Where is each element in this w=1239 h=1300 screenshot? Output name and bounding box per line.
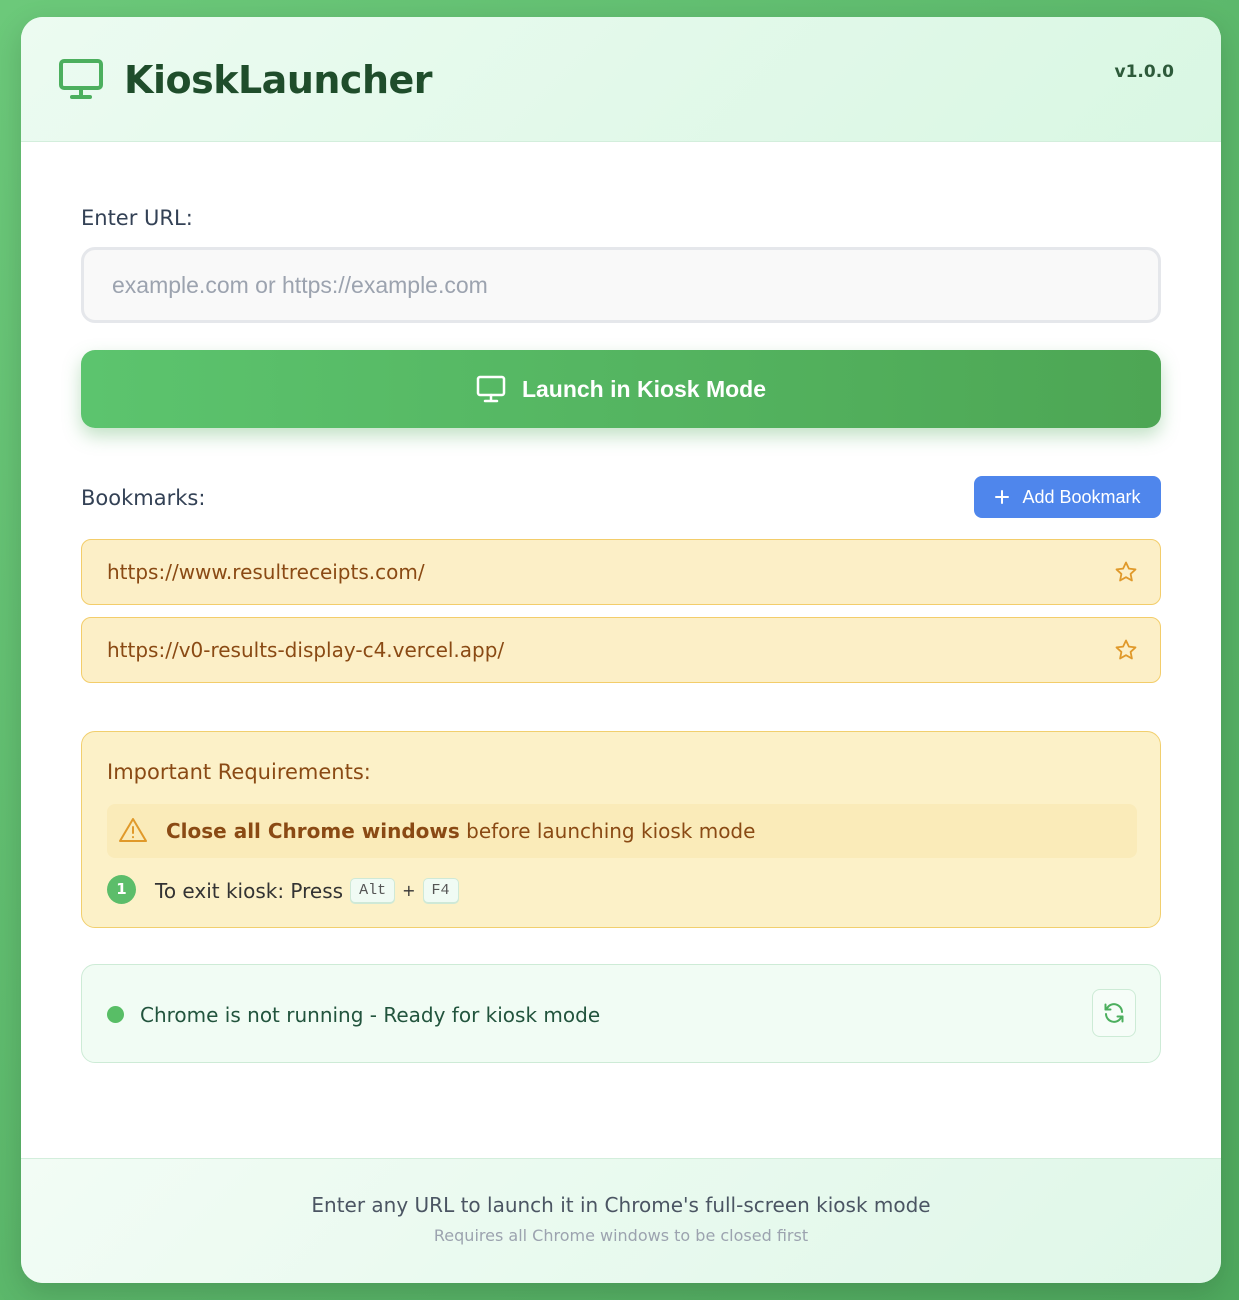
app-header: KioskLauncher v1.0.0 — [21, 17, 1221, 142]
app-footer: Enter any URL to launch it in Chrome's f… — [21, 1158, 1221, 1283]
step-number-badge: 1 — [107, 875, 136, 904]
footer-description: Enter any URL to launch it in Chrome's f… — [311, 1193, 931, 1217]
status-panel: Chrome is not running - Ready for kiosk … — [81, 964, 1161, 1063]
exit-instruction: To exit kiosk: Press Alt + F4 — [155, 878, 459, 903]
bookmark-url: https://www.resultreceipts.com/ — [107, 560, 425, 584]
warning-triangle-icon — [119, 818, 147, 842]
key-plus: + — [402, 881, 416, 900]
status-text: Chrome is not running - Ready for kiosk … — [140, 1003, 601, 1027]
url-label: Enter URL: — [81, 206, 193, 230]
requirements-title: Important Requirements: — [107, 760, 371, 784]
url-input[interactable] — [81, 247, 1161, 323]
star-icon[interactable] — [1114, 560, 1138, 584]
plus-icon — [995, 490, 1010, 504]
status-indicator-dot — [107, 1006, 124, 1023]
bookmark-item[interactable]: https://www.resultreceipts.com/ — [81, 539, 1161, 605]
monitor-icon — [476, 375, 506, 403]
key-f4: F4 — [422, 878, 459, 903]
version-badge: v1.0.0 — [1114, 62, 1174, 82]
warning-text: Close all Chrome windows before launchin… — [166, 819, 755, 843]
warning-rest: before launching kiosk mode — [459, 819, 756, 843]
refresh-icon — [1104, 1003, 1124, 1023]
requirements-panel: Important Requirements: Close all Chrome… — [81, 731, 1161, 928]
launch-kiosk-button[interactable]: Launch in Kiosk Mode — [81, 350, 1161, 428]
exit-instruction-text: To exit kiosk: Press — [155, 878, 344, 903]
bookmarks-label: Bookmarks: — [81, 486, 206, 510]
kiosk-launcher-card: KioskLauncher v1.0.0 Enter URL: Launch i… — [21, 17, 1221, 1283]
add-bookmark-button[interactable]: Add Bookmark — [974, 476, 1161, 518]
monitor-icon — [59, 59, 103, 99]
bookmark-url: https://v0-results-display-c4.vercel.app… — [107, 638, 505, 662]
key-alt: Alt — [350, 878, 396, 903]
warning-bold: Close all Chrome windows — [166, 819, 460, 843]
add-bookmark-label: Add Bookmark — [1022, 486, 1141, 507]
warning-row: Close all Chrome windows before launchin… — [107, 804, 1137, 858]
app-title: KioskLauncher — [124, 58, 433, 102]
launch-button-label: Launch in Kiosk Mode — [521, 375, 767, 402]
refresh-status-button[interactable] — [1092, 989, 1136, 1037]
star-icon[interactable] — [1114, 638, 1138, 662]
footer-note: Requires all Chrome windows to be closed… — [433, 1226, 809, 1245]
bookmark-item[interactable]: https://v0-results-display-c4.vercel.app… — [81, 617, 1161, 683]
